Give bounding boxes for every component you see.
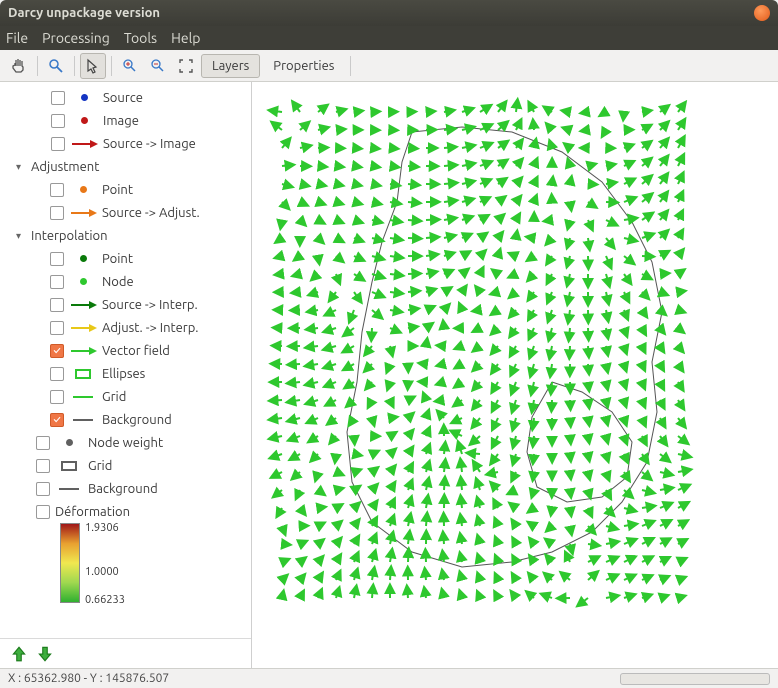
checkbox[interactable]	[51, 114, 65, 128]
move-up-icon[interactable]	[10, 645, 28, 663]
layer-group[interactable]: Adjustment	[31, 160, 99, 174]
checkbox[interactable]	[50, 275, 64, 289]
layer-label: Point	[102, 252, 133, 266]
menu-processing[interactable]: Processing	[42, 30, 110, 46]
checkbox[interactable]	[50, 367, 64, 381]
layer-label: Point	[102, 183, 133, 197]
menubar: File Processing Tools Help	[0, 26, 778, 50]
layer-label: Adjust. -> Interp.	[102, 321, 198, 335]
pointer-tool[interactable]	[80, 53, 106, 79]
color-scale: 1.9306 1.0000 0.66233	[60, 523, 80, 603]
toolbar: Layers Properties	[0, 50, 778, 82]
zoom-out-icon[interactable]	[145, 53, 171, 79]
layer-tree: Source Image Source -> Image ▾ Adjustment…	[0, 82, 251, 638]
checkbox[interactable]	[50, 413, 64, 427]
menu-file[interactable]: File	[6, 30, 28, 46]
menu-tools[interactable]: Tools	[124, 30, 157, 46]
chevron-down-icon[interactable]: ▾	[16, 161, 26, 173]
progress-bar	[620, 673, 770, 685]
layers-panel: Source Image Source -> Image ▾ Adjustment…	[0, 82, 252, 668]
tab-properties[interactable]: Properties	[262, 54, 345, 78]
move-down-icon[interactable]	[36, 645, 54, 663]
layer-label: Grid	[102, 390, 126, 404]
layer-label: Source -> Adjust.	[102, 206, 200, 220]
titlebar: Darcy unpackage version	[0, 0, 778, 26]
tab-layers[interactable]: Layers	[201, 54, 260, 78]
zoom-tool[interactable]	[43, 53, 69, 79]
layer-label: Image	[103, 114, 139, 128]
pan-tool[interactable]	[6, 53, 32, 79]
checkbox[interactable]	[36, 459, 50, 473]
checkbox[interactable]	[51, 137, 65, 151]
layer-label: Vector field	[102, 344, 170, 358]
checkbox[interactable]	[50, 298, 64, 312]
layer-group[interactable]: Interpolation	[31, 229, 108, 243]
zoom-extent-icon[interactable]	[173, 53, 199, 79]
checkbox[interactable]	[51, 91, 65, 105]
statusbar: X : 65362.980 - Y : 145876.507	[0, 668, 778, 688]
layer-label: Node	[102, 275, 134, 289]
window-title: Darcy unpackage version	[8, 6, 160, 20]
checkbox[interactable]	[50, 206, 64, 220]
layer-label: Source	[103, 91, 143, 105]
close-icon[interactable]	[754, 5, 770, 21]
layer-label: Node weight	[88, 436, 163, 450]
checkbox[interactable]	[50, 252, 64, 266]
checkbox[interactable]	[50, 344, 64, 358]
layer-label: Background	[88, 482, 158, 496]
checkbox[interactable]	[36, 436, 50, 450]
layer-order-controls	[0, 638, 251, 668]
zoom-in-icon[interactable]	[117, 53, 143, 79]
coord-readout: X : 65362.980 - Y : 145876.507	[8, 672, 169, 685]
checkbox[interactable]	[36, 482, 50, 496]
layer-label: Déformation	[55, 505, 130, 519]
layer-label: Source -> Interp.	[102, 298, 198, 312]
menu-help[interactable]: Help	[171, 30, 200, 46]
layer-label: Ellipses	[102, 367, 145, 381]
layer-label: Source -> Image	[103, 137, 196, 151]
layer-label: Grid	[88, 459, 112, 473]
chevron-down-icon[interactable]: ▾	[16, 230, 26, 242]
layer-label: Background	[102, 413, 172, 427]
checkbox[interactable]	[50, 390, 64, 404]
map-canvas[interactable]	[252, 82, 778, 668]
checkbox[interactable]	[36, 505, 50, 519]
checkbox[interactable]	[50, 183, 64, 197]
checkbox[interactable]	[50, 321, 64, 335]
